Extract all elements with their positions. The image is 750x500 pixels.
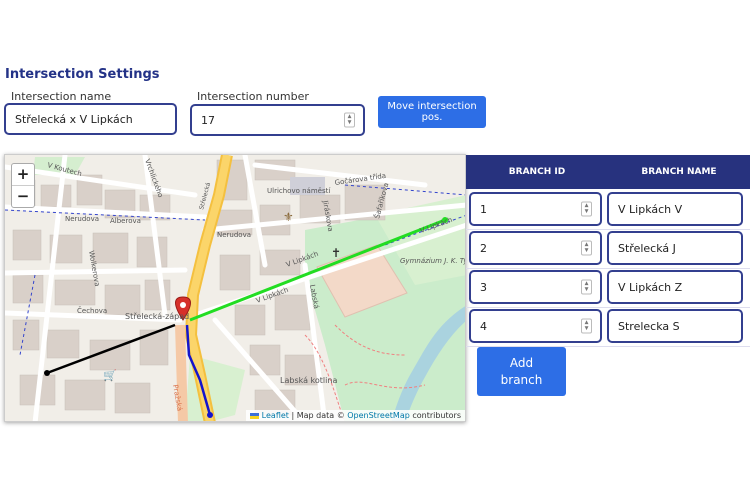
branch-id-stepper[interactable]: ▲ ▼ — [581, 201, 592, 217]
map[interactable]: ⚜ ✝ 🛒 V Koutech Střelecká Vrchlického Ne… — [4, 154, 466, 422]
svg-text:🛒: 🛒 — [103, 369, 117, 382]
intersection-number-input[interactable]: 17 ▲ ▼ — [190, 104, 365, 136]
row-divider — [466, 268, 750, 269]
branch-id-input[interactable]: 2 ▲ ▼ — [469, 231, 602, 265]
branch-name-value: V Lipkách V — [618, 202, 683, 216]
map-canvas[interactable]: ⚜ ✝ 🛒 V Koutech Střelecká Vrchlického Ne… — [5, 155, 466, 422]
branch-name-input[interactable]: Střelecká J — [607, 231, 743, 265]
map-label-ulrichovo: Ulrichovo náměstí — [267, 187, 331, 195]
branch-id-input[interactable]: 4 ▲ ▼ — [469, 309, 602, 343]
branch-name-input[interactable]: V Lipkách Z — [607, 270, 743, 304]
intersection-number-label: Intersection number — [197, 90, 309, 103]
map-label-labska-kotlina: Labská kotlina — [280, 376, 337, 385]
move-intersection-button[interactable]: Move intersection pos. — [378, 96, 486, 128]
map-label-alberova: Alberova — [110, 217, 141, 225]
map-label-gymnazium: Gymnázium J. K. Tyla — [400, 257, 466, 265]
branch-id-value: 3 — [480, 280, 487, 294]
branch-id-value: 4 — [480, 319, 487, 333]
branch-id-header: BRANCH ID — [508, 167, 566, 177]
intersection-name-value: Střelecká x V Lipkách — [15, 112, 133, 126]
map-label-strelecka-zapad: Střelecká-západ — [125, 312, 189, 321]
branch-name-value: Strelecka S — [618, 319, 680, 333]
map-label-nerudova-mid: Nerudova — [217, 231, 251, 239]
intersection-name-input[interactable]: Střelecká x V Lipkách — [4, 103, 177, 135]
zoom-in-button[interactable]: + — [12, 164, 34, 185]
map-attribution: Leaflet | Map data © OpenStreetMap contr… — [246, 410, 465, 421]
branch-table-header: BRANCH ID BRANCH NAME — [466, 155, 750, 189]
branch-id-input[interactable]: 3 ▲ ▼ — [469, 270, 602, 304]
branch-id-stepper[interactable]: ▲ ▼ — [581, 279, 592, 295]
branch-id-input[interactable]: 1 ▲ ▼ — [469, 192, 602, 226]
intersection-number-value: 17 — [201, 113, 215, 127]
row-divider — [466, 229, 750, 230]
intersection-name-label: Intersection name — [11, 90, 112, 103]
map-label-nerudova-left: Nerudova — [65, 215, 99, 223]
ukraine-flag-icon — [250, 412, 260, 419]
number-stepper[interactable]: ▲ ▼ — [344, 112, 355, 128]
branch-id-value: 1 — [480, 202, 487, 216]
svg-text:✝: ✝ — [331, 246, 341, 260]
branch-name-input[interactable]: V Lipkách V — [607, 192, 743, 226]
map-label-cechova: Čechova — [77, 306, 107, 315]
branch-name-value: Střelecká J — [618, 241, 676, 255]
attribution-separator: | Map data © — [288, 411, 348, 420]
branch-id-stepper[interactable]: ▲ ▼ — [581, 240, 592, 256]
branch-name-header: BRANCH NAME — [641, 167, 717, 177]
section-title: Intersection Settings — [5, 67, 160, 82]
osm-link[interactable]: OpenStreetMap — [347, 411, 410, 420]
svg-text:⚜: ⚜ — [283, 210, 294, 224]
zoom-out-button[interactable]: − — [12, 185, 34, 207]
branch-name-value: V Lipkách Z — [618, 280, 683, 294]
zoom-control: + − — [11, 163, 35, 208]
add-branch-button[interactable]: Add branch — [477, 347, 566, 396]
branch-name-input[interactable]: Strelecka S — [607, 309, 743, 343]
branch-id-value: 2 — [480, 241, 487, 255]
leaflet-link[interactable]: Leaflet — [262, 411, 289, 420]
attribution-tail: contributors — [409, 411, 461, 420]
branch-id-stepper[interactable]: ▲ ▼ — [581, 318, 592, 334]
row-divider — [466, 307, 750, 308]
